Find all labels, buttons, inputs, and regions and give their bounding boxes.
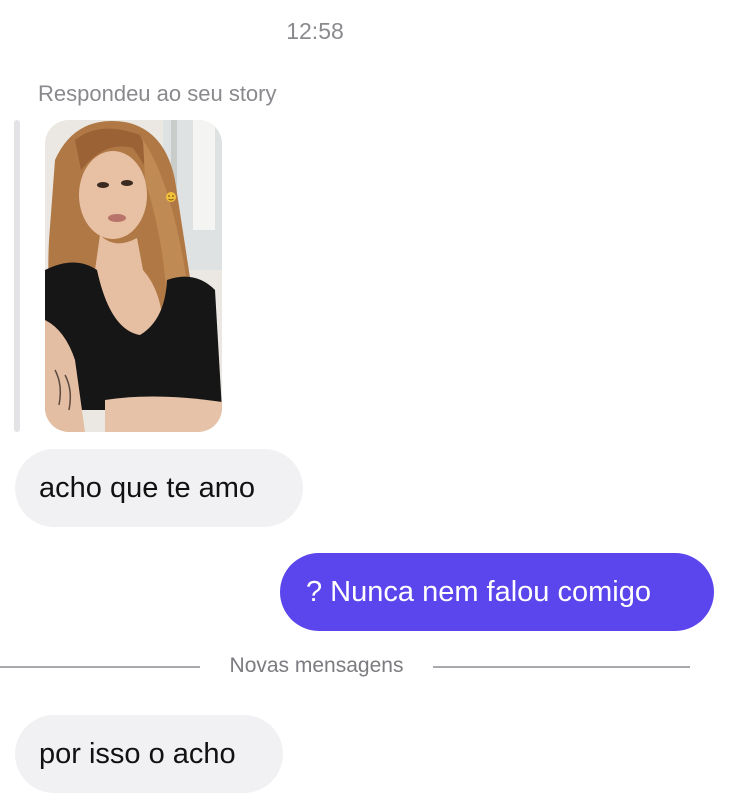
story-photo: [45, 120, 222, 432]
message-timestamp: 12:58: [286, 18, 344, 44]
outgoing-message-bubble[interactable]: ? Nunca nem falou comigo: [280, 553, 714, 631]
divider-line-left: [0, 666, 200, 668]
new-messages-divider: Novas mensagens: [229, 654, 404, 677]
message-text: por isso o acho: [39, 737, 236, 770]
incoming-message-bubble[interactable]: por isso o acho: [15, 715, 283, 793]
story-thumbnail[interactable]: [45, 120, 222, 432]
smiling-face-icon: [166, 192, 176, 202]
story-reply-label: Respondeu ao seu story: [38, 81, 277, 106]
message-text: acho que te amo: [39, 471, 256, 504]
incoming-message-bubble[interactable]: acho que te amo: [15, 449, 303, 527]
message-text: ? Nunca nem falou comigo: [306, 575, 651, 608]
reply-quote-bar: [14, 120, 20, 432]
divider-line-right: [433, 666, 690, 668]
